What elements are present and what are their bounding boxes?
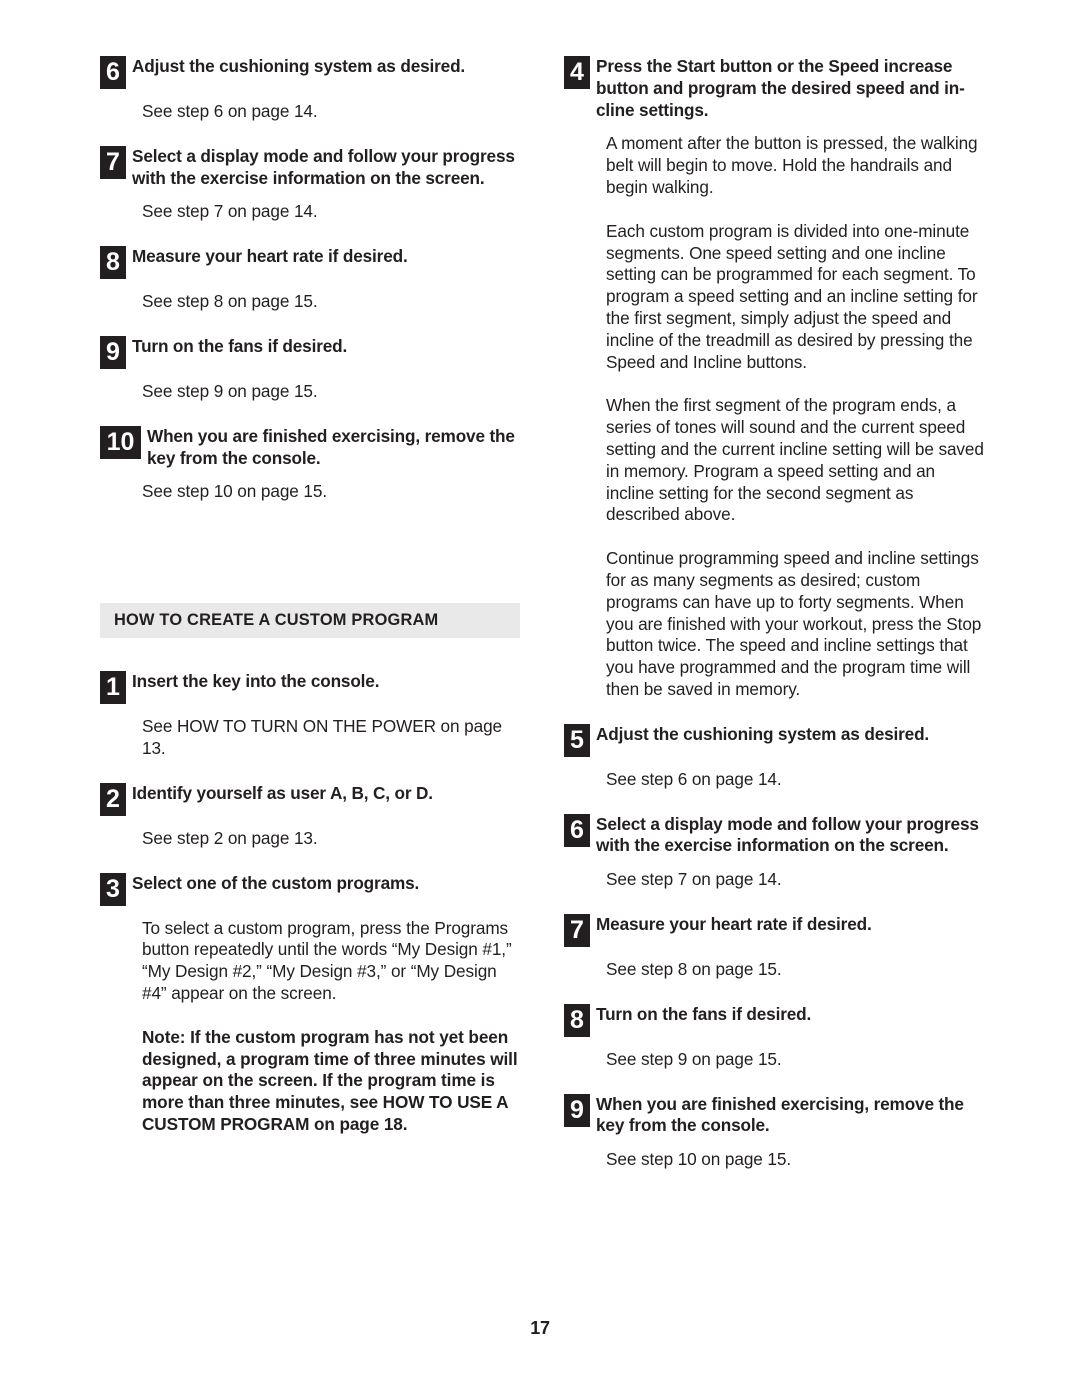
step-number-badge: 5 xyxy=(564,723,590,757)
step-title: Select a display mode and follow your pr… xyxy=(596,813,979,856)
step-title: Select a display mode and follow your pr… xyxy=(132,145,515,188)
step-number-badge: 6 xyxy=(100,56,126,89)
step-item: 6 Adjust the cushioning system as desire… xyxy=(100,55,520,89)
right-column: 4 Press the Start button or the Speed in… xyxy=(564,55,984,1171)
step-item: 2 Identify yourself as user A, B, C, or … xyxy=(100,782,520,816)
step-paragraph: When the first segment of the program en… xyxy=(606,395,984,525)
step-body: See step 6 on page 14. xyxy=(142,101,318,121)
step-number-badge: 3 xyxy=(100,872,126,906)
step-title: Identify yourself as user A, B, C, or D. xyxy=(132,782,433,803)
step-paragraph: Continue programming speed and incline s… xyxy=(606,548,982,699)
step-body: See HOW TO TURN ON THE POWER on page 13. xyxy=(142,716,502,758)
step-item: 8 Measure your heart rate if desired. xyxy=(100,245,520,280)
manual-page: 6 Adjust the cushioning system as desire… xyxy=(0,0,1080,1397)
section-heading: HOW TO CREATE A CUSTOM PROGRAM xyxy=(100,603,520,639)
left-column: 6 Adjust the cushioning system as desire… xyxy=(100,55,520,1171)
step-item: 1 Insert the key into the console. xyxy=(100,670,520,705)
step-body: See step 2 on page 13. xyxy=(142,827,318,848)
step-title: Adjust the cushioning system as desired. xyxy=(132,56,466,76)
step-body: See step 10 on page 15. xyxy=(142,481,328,502)
step-item: 7 Measure your heart rate if desired. xyxy=(564,913,984,947)
step-item: 6 Select a display mode and follow your … xyxy=(564,813,984,858)
step-number-badge: 2 xyxy=(100,782,126,816)
step-item: 3 Select one of the custom programs. xyxy=(100,872,520,906)
step-paragraph: A moment after the button is pressed, th… xyxy=(606,133,978,197)
step-body: See step 7 on page 14. xyxy=(606,869,782,890)
step-number-badge: 6 xyxy=(564,813,590,847)
step-item: 9 When you are finished exercising, remo… xyxy=(564,1093,984,1138)
step-body: To select a custom program, press the Pr… xyxy=(142,917,512,1003)
step-body: See step 9 on page 15. xyxy=(606,1048,782,1069)
step-paragraph: Each custom program is divided into one-… xyxy=(606,220,978,372)
step-note: Note: If the custom program has not yet … xyxy=(142,1026,518,1134)
step-body: See step 10 on page 15. xyxy=(606,1149,792,1170)
step-title: When you are finished exercising, remove… xyxy=(596,1093,964,1136)
step-item: 9 Turn on the fans if desired. xyxy=(100,335,520,369)
step-item: 4 Press the Start button or the Speed in… xyxy=(564,55,984,121)
step-number-badge: 9 xyxy=(564,1093,590,1127)
step-item: 7 Select a display mode and follow your … xyxy=(100,145,520,190)
step-body: See step 8 on page 15. xyxy=(142,291,318,312)
step-item: 5 Adjust the cushioning system as desire… xyxy=(564,723,984,757)
step-item: 10 When you are finished exercising, rem… xyxy=(100,425,520,470)
step-title: Insert the key into the console. xyxy=(132,671,380,692)
step-title: When you are finished exercising, remove… xyxy=(147,425,515,468)
step-body: See step 6 on page 14. xyxy=(606,768,782,789)
step-number-badge: 1 xyxy=(100,671,126,705)
step-title: Select one of the custom programs. xyxy=(132,872,420,893)
two-column-layout: 6 Adjust the cushioning system as desire… xyxy=(100,55,984,1171)
step-body: See step 7 on page 14. xyxy=(142,201,318,222)
step-number-badge: 9 xyxy=(100,335,126,369)
page-number: 17 xyxy=(530,1318,550,1338)
step-body: See step 8 on page 15. xyxy=(606,958,782,979)
step-title: Measure your heart rate if desired. xyxy=(596,913,872,934)
step-title: Adjust the cushioning system as desired. xyxy=(596,723,930,744)
step-number-badge: 10 xyxy=(100,425,141,459)
step-title: Turn on the fans if desired. xyxy=(132,335,348,356)
step-title: Turn on the fans if desired. xyxy=(596,1003,812,1024)
step-number-badge: 4 xyxy=(564,56,590,89)
step-number-badge: 8 xyxy=(100,246,126,280)
step-number-badge: 8 xyxy=(564,1003,590,1037)
step-number-badge: 7 xyxy=(100,145,126,179)
step-number-badge: 7 xyxy=(564,913,590,947)
step-body: See step 9 on page 15. xyxy=(142,380,318,401)
step-item: 8 Turn on the fans if desired. xyxy=(564,1003,984,1037)
step-title: Measure your heart rate if desired. xyxy=(132,246,408,267)
step-title: Press the Start button or the Speed incr… xyxy=(596,56,965,120)
